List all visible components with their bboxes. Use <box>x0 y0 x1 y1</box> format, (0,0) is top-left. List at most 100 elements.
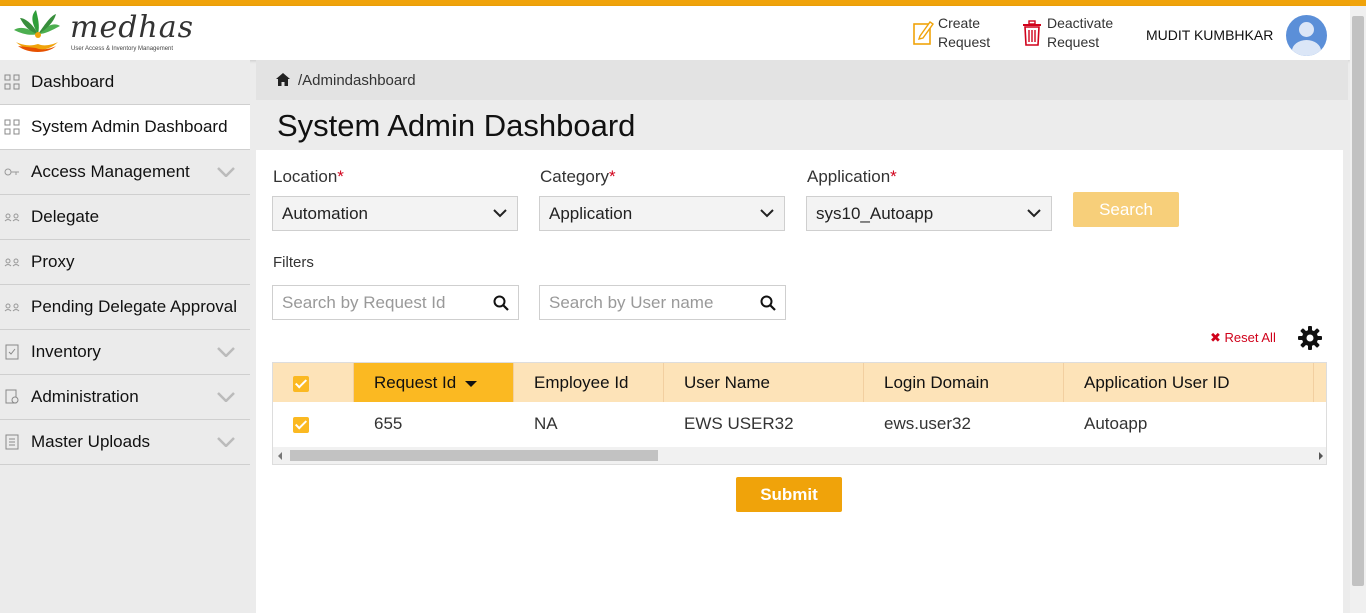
checklist-icon <box>5 344 19 360</box>
page-scrollbar-thumb[interactable] <box>1352 16 1364 586</box>
cell-user-name: EWS USER32 <box>684 414 794 433</box>
deactivate-request-button[interactable]: Deactivate Request <box>1021 14 1127 52</box>
scroll-left-icon[interactable] <box>278 452 282 460</box>
users-icon <box>4 213 20 222</box>
column-header-label: Request Id <box>374 373 457 392</box>
submit-button[interactable]: Submit <box>736 477 842 512</box>
reset-all-button[interactable]: ✖ Reset All <box>1210 330 1276 346</box>
close-icon: ✖ <box>1210 330 1221 345</box>
search-request-id-field[interactable] <box>272 285 519 320</box>
chevron-down-icon <box>493 209 507 218</box>
create-request-button[interactable]: Create Request <box>912 14 1018 52</box>
location-select[interactable]: Automation <box>272 196 518 231</box>
sidebar-item-label: Access Management <box>31 162 190 181</box>
category-label: Category* <box>540 167 616 186</box>
logo-wordmark: medhas <box>70 10 195 45</box>
chevron-down-icon <box>217 392 235 402</box>
select-all-checkbox[interactable] <box>293 375 309 392</box>
sidebar-item-proxy[interactable]: Proxy <box>0 240 250 285</box>
user-name[interactable]: MUDIT KUMBHKAR <box>1146 27 1273 43</box>
row-select-cell <box>273 402 354 446</box>
trash-icon <box>1023 20 1041 46</box>
chevron-down-icon <box>217 347 235 357</box>
application-label: Application* <box>807 167 897 186</box>
sidebar-item-master-uploads[interactable]: Master Uploads <box>0 420 250 465</box>
location-select-value: Automation <box>282 204 368 223</box>
application-select[interactable]: sys10_Autoapp <box>806 196 1052 231</box>
avatar[interactable] <box>1286 15 1327 56</box>
cell-login-domain: ews.user32 <box>884 414 971 433</box>
sidebar-item-access-management[interactable]: Access Management <box>0 150 250 195</box>
leaf-hand-logo-icon <box>14 10 60 52</box>
chevron-down-icon <box>217 167 235 177</box>
breadcrumb-path[interactable]: /Admindashboard <box>298 72 416 89</box>
search-user-name-field[interactable] <box>539 285 786 320</box>
dashboard-card: Location* Category* Application* Automat… <box>256 150 1343 613</box>
sidebar-item-delegate[interactable]: Delegate <box>0 195 250 240</box>
chevron-down-icon <box>1027 209 1041 218</box>
filters-label: Filters <box>273 254 314 271</box>
cell-application-user-id: Autoapp <box>1084 414 1148 433</box>
grid-icon <box>4 119 20 135</box>
page-scrollbar[interactable] <box>1350 6 1366 613</box>
table-row[interactable]: 655 NA EWS USER32 ews.user32 Autoapp <box>273 402 1326 446</box>
document-gear-icon <box>5 389 19 404</box>
app-header: medhas User Access & Inventory Managemen… <box>0 6 1350 60</box>
home-icon[interactable] <box>276 73 290 86</box>
cell-employee-id: NA <box>534 414 558 433</box>
select-all-cell <box>273 363 354 402</box>
gear-icon[interactable] <box>1297 325 1323 351</box>
row-checkbox[interactable] <box>293 416 309 433</box>
avatar-body-icon <box>1292 40 1321 56</box>
grid-icon <box>4 74 20 90</box>
scroll-right-icon[interactable] <box>1319 452 1323 460</box>
sidebar-item-dashboard[interactable]: Dashboard <box>0 60 250 105</box>
avatar-head-icon <box>1299 22 1314 37</box>
sidebar-item-label: Administration <box>31 387 139 406</box>
sidebar-item-label: Proxy <box>31 252 75 271</box>
search-request-id-input[interactable] <box>282 293 482 313</box>
create-request-label: Create Request <box>938 15 991 50</box>
users-icon <box>4 258 20 267</box>
page-title: System Admin Dashboard <box>277 108 636 143</box>
medhas-logo[interactable]: medhas User Access & Inventory Managemen… <box>12 8 195 58</box>
column-header-application-user-id[interactable]: Application User ID <box>1064 363 1314 402</box>
search-user-name-input[interactable] <box>549 293 749 313</box>
chevron-down-icon <box>217 437 235 447</box>
requests-table: Request Id Employee Id User Name Login D… <box>272 362 1327 465</box>
breadcrumb: /Admindashboard <box>256 60 1348 100</box>
column-header-employee-id[interactable]: Employee Id <box>514 363 664 402</box>
sidebar-item-inventory[interactable]: Inventory <box>0 330 250 375</box>
users-icon <box>4 303 20 312</box>
sidebar-item-label: Dashboard <box>31 72 115 91</box>
sort-desc-icon <box>464 380 477 387</box>
sidebar-item-pending-delegate-approval[interactable]: Pending Delegate Approval <box>0 285 250 330</box>
application-select-value: sys10_Autoapp <box>816 204 934 223</box>
sidebar-item-system-admin-dashboard[interactable]: System Admin Dashboard <box>0 105 250 150</box>
sidebar-item-administration[interactable]: Administration <box>0 375 250 420</box>
table-header: Request Id Employee Id User Name Login D… <box>273 363 1326 402</box>
sidebar-item-label: System Admin Dashboard <box>31 117 228 136</box>
search-icon[interactable] <box>760 295 776 311</box>
sidebar: Dashboard System Admin Dashboard Access … <box>0 60 250 613</box>
column-header-user-name[interactable]: User Name <box>664 363 864 402</box>
cell-request-id: 655 <box>374 414 403 433</box>
edit-document-icon <box>913 21 934 45</box>
column-header-request-id[interactable]: Request Id <box>354 363 514 402</box>
sidebar-item-label: Delegate <box>31 207 100 226</box>
column-header-login-domain[interactable]: Login Domain <box>864 363 1064 402</box>
document-icon <box>5 434 19 450</box>
chevron-down-icon <box>760 209 774 218</box>
logo-subtitle: User Access & Inventory Management <box>71 46 174 52</box>
sidebar-item-label: Pending Delegate Approval <box>31 297 238 316</box>
category-select[interactable]: Application <box>539 196 785 231</box>
key-icon <box>4 168 19 176</box>
category-select-value: Application <box>549 204 633 223</box>
reset-all-label: Reset All <box>1224 330 1276 345</box>
table-horizontal-scrollbar[interactable] <box>273 447 1326 464</box>
table-scrollbar-thumb[interactable] <box>290 450 658 461</box>
sidebar-item-label: Master Uploads <box>31 432 151 451</box>
location-label: Location* <box>273 167 344 186</box>
search-icon[interactable] <box>493 295 509 311</box>
search-button[interactable]: Search <box>1073 192 1179 227</box>
